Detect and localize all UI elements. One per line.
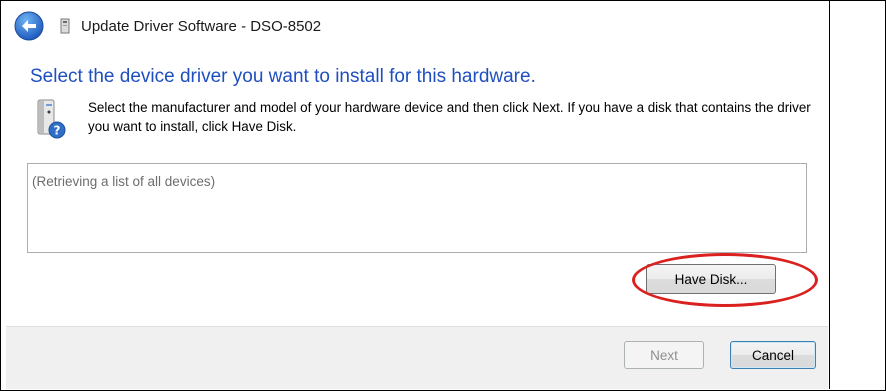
window-title: Update Driver Software - DSO-8502 — [81, 17, 322, 35]
back-button[interactable] — [13, 10, 45, 42]
title-bar: Update Driver Software - DSO-8502 — [6, 6, 828, 46]
update-driver-dialog: Update Driver Software - DSO-8502 Select… — [6, 6, 828, 389]
device-icon — [59, 18, 71, 34]
svg-text:?: ? — [54, 124, 61, 138]
back-arrow-icon — [14, 11, 44, 41]
have-disk-button[interactable]: Have Disk... — [646, 264, 776, 294]
device-listbox[interactable]: (Retrieving a list of all devices) — [27, 163, 807, 253]
dialog-footer — [6, 326, 828, 389]
instructions-row: ? Select the manufacturer and model of y… — [32, 98, 812, 140]
instructions-text: Select the manufacturer and model of you… — [88, 100, 811, 134]
computer-help-icon: ? — [32, 98, 66, 140]
page-heading: Select the device driver you want to ins… — [30, 66, 536, 87]
next-button: Next — [624, 341, 704, 369]
frame-divider — [829, 0, 830, 389]
cancel-button[interactable]: Cancel — [730, 341, 816, 369]
listbox-status-text: (Retrieving a list of all devices) — [32, 174, 216, 189]
